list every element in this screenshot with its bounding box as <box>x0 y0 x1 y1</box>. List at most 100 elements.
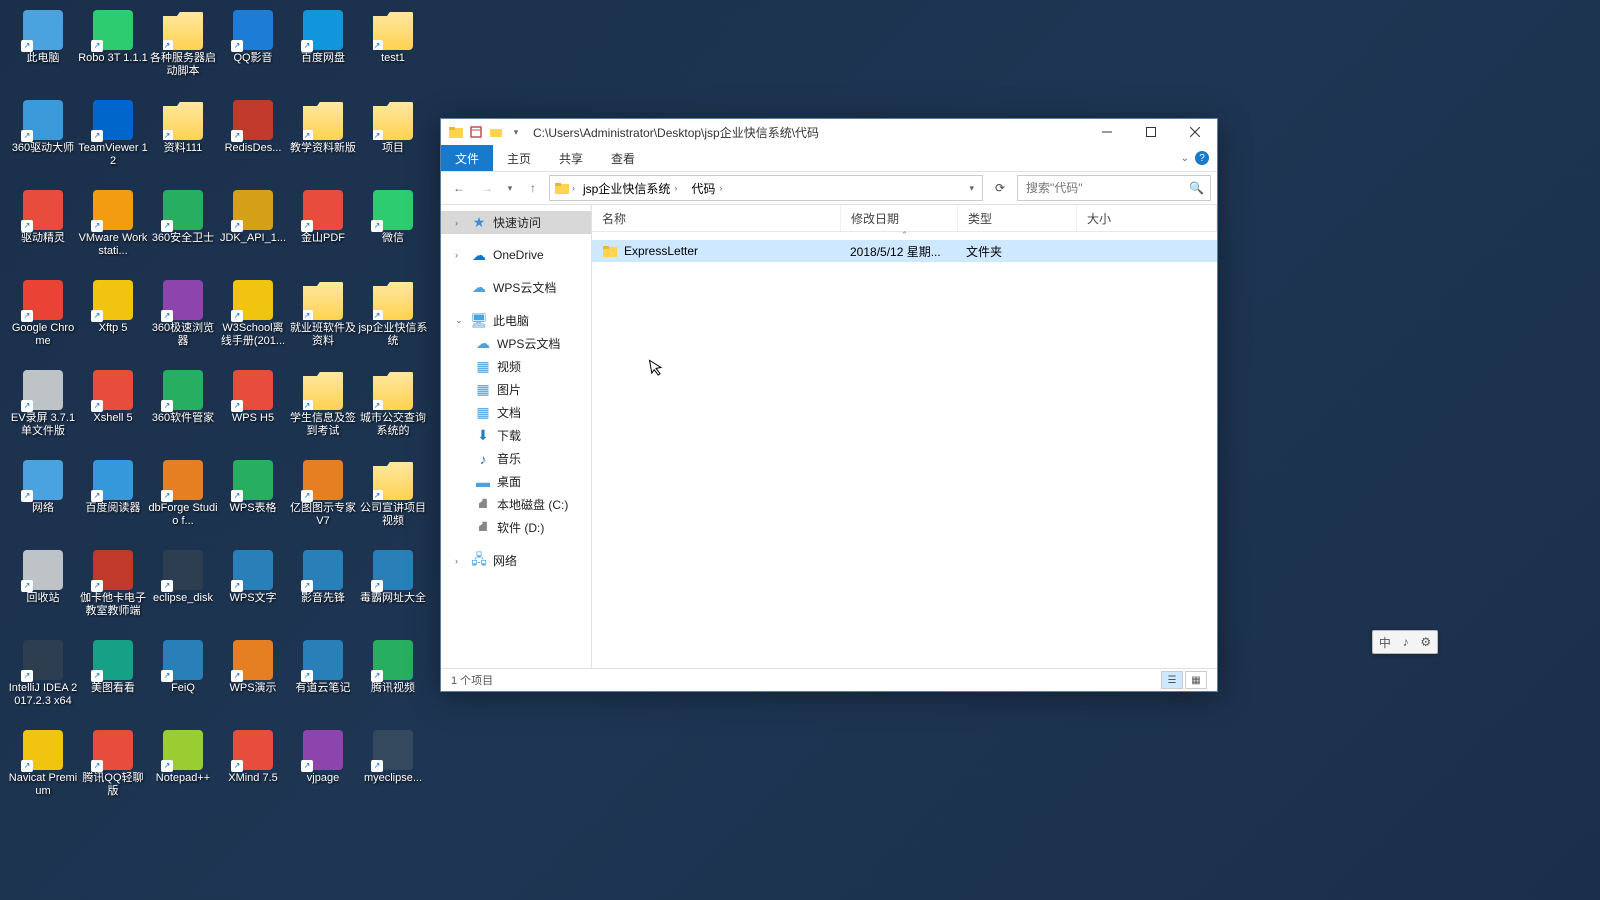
desktop-icon[interactable]: WPS演示 <box>218 638 288 726</box>
desktop-icon[interactable]: dbForge Studio f... <box>148 458 218 546</box>
view-icons-button[interactable]: ▦ <box>1185 671 1207 689</box>
desktop-icon[interactable]: jsp企业快信系统 <box>358 278 428 366</box>
desktop-icon[interactable]: 此电脑 <box>8 8 78 96</box>
view-details-button[interactable]: ☰ <box>1161 671 1183 689</box>
desktop-icon[interactable]: RedisDes... <box>218 98 288 186</box>
ime-punct-icon[interactable]: ♪ <box>1403 635 1409 649</box>
desktop-icon[interactable]: 伽卡他卡电子教室教师端 <box>78 548 148 636</box>
refresh-button[interactable]: ⟳ <box>987 175 1013 201</box>
desktop-icon[interactable]: WPS文字 <box>218 548 288 636</box>
desktop-icon[interactable]: JDK_API_1... <box>218 188 288 276</box>
desktop-icon[interactable]: FeiQ <box>148 638 218 726</box>
desktop-icon[interactable]: myeclipse... <box>358 728 428 816</box>
column-headers[interactable]: 名称 修改日期 类型 大小 <box>592 205 1217 232</box>
desktop-icon[interactable]: eclipse_disk <box>148 548 218 636</box>
desktop-icon[interactable]: 百度网盘 <box>288 8 358 96</box>
desktop-icon[interactable]: Xftp 5 <box>78 278 148 366</box>
breadcrumb-item[interactable]: jsp企业快信系统› <box>577 176 683 200</box>
search-box[interactable]: 🔍 <box>1017 175 1211 201</box>
desktop-icon[interactable]: Google Chrome <box>8 278 78 366</box>
desktop-icon[interactable]: XMind 7.5 <box>218 728 288 816</box>
desktop-icon[interactable]: 腾讯QQ轻聊版 <box>78 728 148 816</box>
desktop-icon[interactable]: 360驱动大师 <box>8 98 78 186</box>
ime-settings-icon[interactable]: ⚙ <box>1420 635 1431 649</box>
nav-pictures[interactable]: ▦图片 <box>441 378 591 401</box>
ribbon-tab-view[interactable]: 查看 <box>597 145 649 171</box>
ribbon-tab-share[interactable]: 共享 <box>545 145 597 171</box>
desktop-icon[interactable]: 各种服务器启动脚本 <box>148 8 218 96</box>
nav-downloads[interactable]: ⬇下载 <box>441 424 591 447</box>
maximize-button[interactable] <box>1129 119 1173 145</box>
nav-music[interactable]: ♪音乐 <box>441 447 591 470</box>
nav-this-pc[interactable]: ⌄🖥此电脑 <box>441 309 591 332</box>
close-button[interactable] <box>1173 119 1217 145</box>
ribbon-tab-file[interactable]: 文件 <box>441 145 493 171</box>
nav-network[interactable]: ›🖧网络 <box>441 549 591 572</box>
ime-toolbar[interactable]: 中 ♪ ⚙ <box>1372 630 1438 654</box>
desktop-icon[interactable]: Notepad++ <box>148 728 218 816</box>
desktop-icon[interactable]: IntelliJ IDEA 2017.2.3 x64 <box>8 638 78 726</box>
desktop-icon[interactable]: 学生信息及签到考试 <box>288 368 358 456</box>
nav-wps-cloud-sub[interactable]: ☁WPS云文档 <box>441 332 591 355</box>
desktop-icon[interactable]: 亿图图示专家V7 <box>288 458 358 546</box>
desktop-icon[interactable]: 教学资料新版 <box>288 98 358 186</box>
desktop-icon[interactable]: TeamViewer 12 <box>78 98 148 186</box>
breadcrumb-item[interactable]: 代码› <box>685 176 728 200</box>
nav-quick-access[interactable]: ›★快速访问 <box>441 211 591 234</box>
desktop-icon[interactable]: 影音先锋 <box>288 548 358 636</box>
nav-back-button[interactable]: ← <box>447 176 471 200</box>
desktop-icon[interactable]: 360软件管家 <box>148 368 218 456</box>
desktop-icon[interactable]: 就业班软件及资料 <box>288 278 358 366</box>
file-row[interactable]: ExpressLetter 2018/5/12 星期... 文件夹 <box>592 240 1217 262</box>
desktop-icon[interactable]: 公司宣讲项目视频 <box>358 458 428 546</box>
navigation-pane[interactable]: ›★快速访问 ›☁OneDrive ☁WPS云文档 ⌄🖥此电脑 ☁WPS云文档 … <box>441 205 592 668</box>
breadcrumb-bar[interactable]: › jsp企业快信系统› 代码› ▾ <box>549 175 983 201</box>
search-icon[interactable]: 🔍 <box>1189 181 1204 195</box>
desktop-icon[interactable]: 360极速浏览器 <box>148 278 218 366</box>
nav-forward-button[interactable]: → <box>475 176 499 200</box>
qat-dropdown-icon[interactable]: ▾ <box>507 123 525 141</box>
nav-desktop[interactable]: ▬桌面 <box>441 470 591 493</box>
desktop-icon[interactable]: 项目 <box>358 98 428 186</box>
desktop-icon[interactable]: W3School离线手册(201... <box>218 278 288 366</box>
desktop-icon[interactable]: VMware Workstati... <box>78 188 148 276</box>
nav-documents[interactable]: ▦文档 <box>441 401 591 424</box>
desktop-icon[interactable]: 毒霸网址大全 <box>358 548 428 636</box>
desktop-icon[interactable]: test1 <box>358 8 428 96</box>
ribbon-tab-home[interactable]: 主页 <box>493 145 545 171</box>
desktop-icon[interactable]: 360安全卫士 <box>148 188 218 276</box>
desktop-icon[interactable]: vjpage <box>288 728 358 816</box>
desktop[interactable]: 此电脑Robo 3T 1.1.1各种服务器启动脚本QQ影音百度网盘test136… <box>0 0 438 900</box>
desktop-icon[interactable]: WPS表格 <box>218 458 288 546</box>
desktop-icon[interactable]: QQ影音 <box>218 8 288 96</box>
desktop-icon[interactable]: WPS H5 <box>218 368 288 456</box>
nav-drive-d[interactable]: ⛘软件 (D:) <box>441 516 591 539</box>
desktop-icon[interactable]: 腾讯视频 <box>358 638 428 726</box>
desktop-icon[interactable]: 美图看看 <box>78 638 148 726</box>
file-list-pane[interactable]: 名称 修改日期 类型 大小 ⌃ ExpressLetter 2018/5/12 … <box>592 205 1217 668</box>
ribbon-expand-icon[interactable]: ⌄ <box>1181 153 1189 164</box>
desktop-icon[interactable]: EV录屏 3.7.1 单文件版 <box>8 368 78 456</box>
desktop-icon[interactable]: 城市公交查询系统的 <box>358 368 428 456</box>
desktop-icon[interactable]: Navicat Premium <box>8 728 78 816</box>
nav-onedrive[interactable]: ›☁OneDrive <box>441 244 591 266</box>
minimize-button[interactable] <box>1085 119 1129 145</box>
desktop-icon[interactable]: 金山PDF <box>288 188 358 276</box>
desktop-icon[interactable]: 回收站 <box>8 548 78 636</box>
desktop-icon[interactable]: 百度阅读器 <box>78 458 148 546</box>
desktop-icon[interactable]: 微信 <box>358 188 428 276</box>
desktop-icon[interactable]: 网络 <box>8 458 78 546</box>
titlebar[interactable]: ▾ C:\Users\Administrator\Desktop\jsp企业快信… <box>441 119 1217 145</box>
desktop-icon[interactable]: 有道云笔记 <box>288 638 358 726</box>
qat-properties-icon[interactable] <box>467 123 485 141</box>
nav-up-button[interactable]: ↑ <box>521 176 545 200</box>
help-icon[interactable]: ? <box>1195 151 1209 165</box>
nav-wps-cloud[interactable]: ☁WPS云文档 <box>441 276 591 299</box>
address-dropdown-icon[interactable]: ▾ <box>965 183 978 194</box>
desktop-icon[interactable]: 资料111 <box>148 98 218 186</box>
qat-newfolder-icon[interactable] <box>487 123 505 141</box>
desktop-icon[interactable]: Xshell 5 <box>78 368 148 456</box>
nav-videos[interactable]: ▦视频 <box>441 355 591 378</box>
nav-recent-dropdown[interactable]: ▾ <box>503 176 517 200</box>
ime-lang[interactable]: 中 <box>1379 634 1391 651</box>
